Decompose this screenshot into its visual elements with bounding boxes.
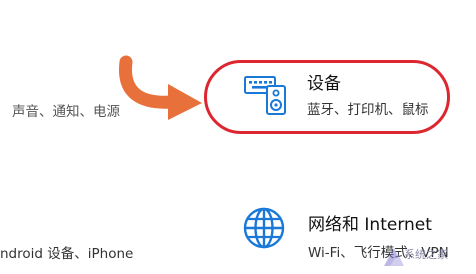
network-tile-title: 网络和 Internet	[308, 215, 432, 235]
globe-icon	[242, 206, 286, 250]
watermark-text: 系统之家	[404, 248, 448, 261]
system-tile-description: 声音、通知、电源	[12, 104, 120, 120]
highlight-ring	[204, 60, 450, 134]
phone-tile-description: ndroid 设备、iPhone	[0, 246, 134, 262]
curved-arrow-right-icon	[112, 54, 208, 134]
